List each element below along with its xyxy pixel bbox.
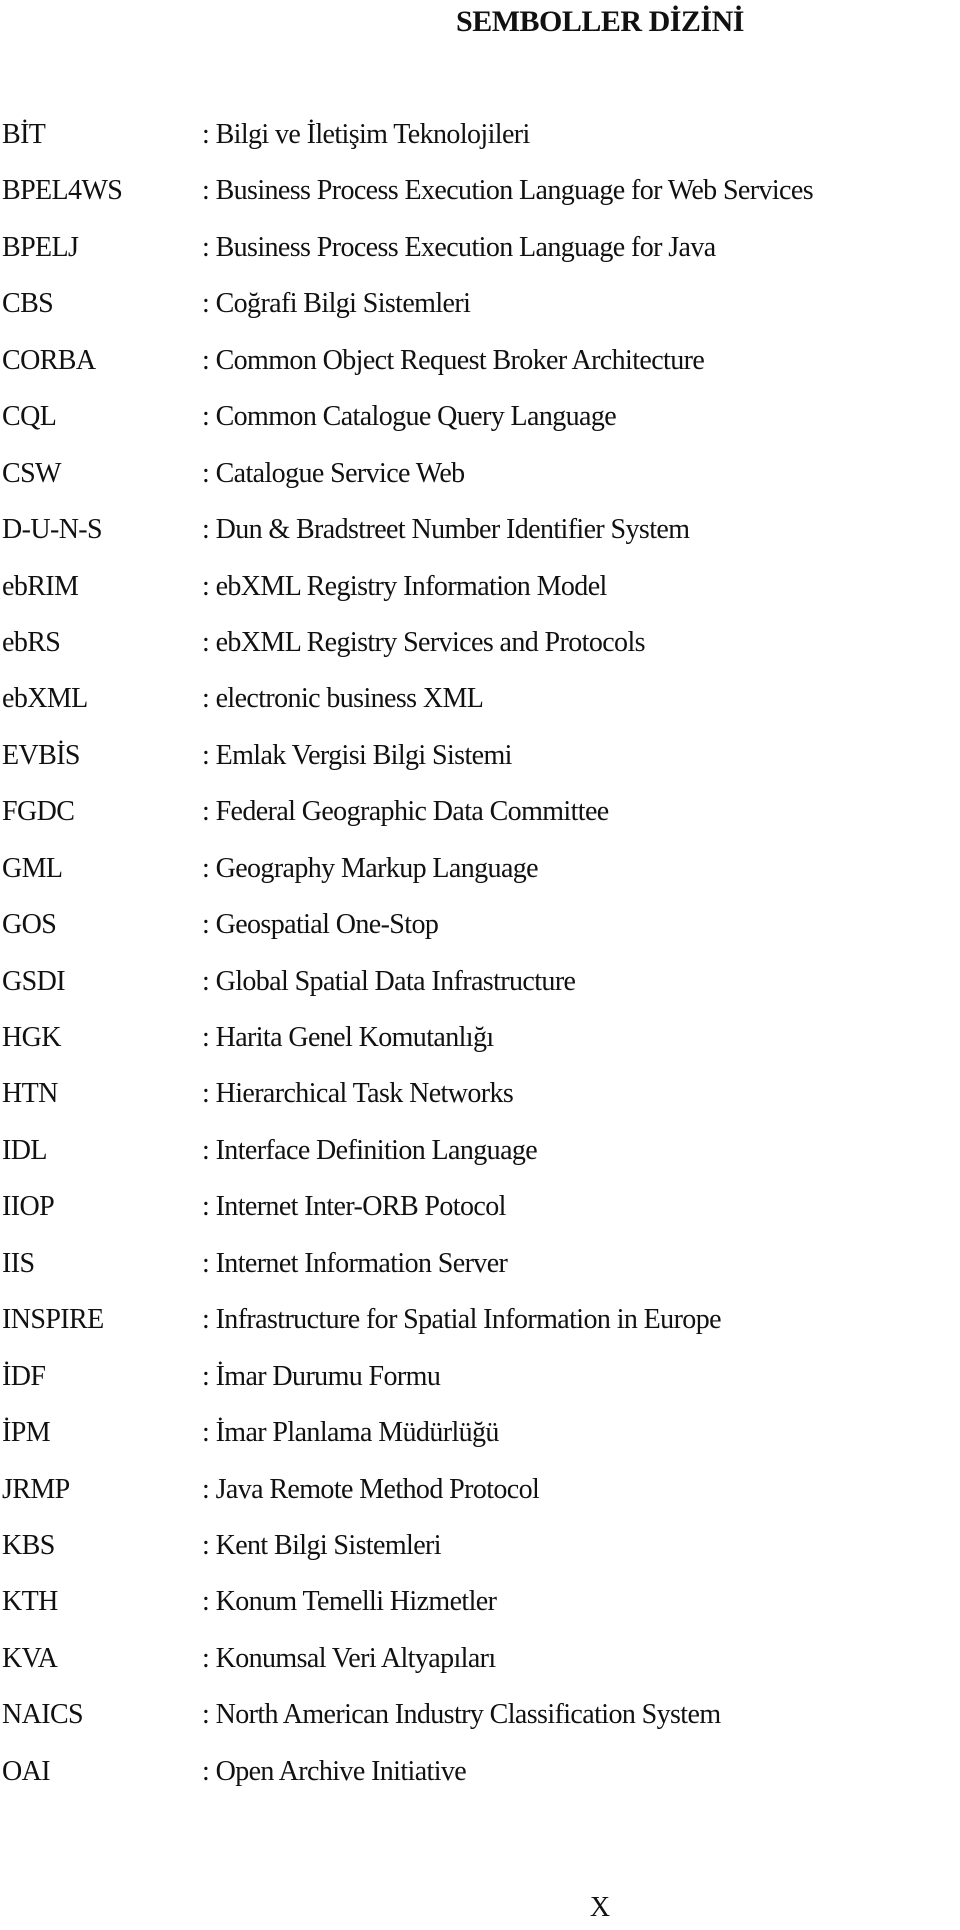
symbol-index-list: BİT : Bilgi ve İletişim Teknolojileri BPEL… xyxy=(2,110,958,1803)
list-item: BPEL4WS : Business Process Execution Lang… xyxy=(2,166,958,222)
abbreviation-definition: : ebXML Registry Information Model xyxy=(202,570,607,602)
list-item: EVBİS : Emlak Vergisi Bilgi Sistemi xyxy=(2,731,958,787)
abbreviation-term: CBS xyxy=(2,288,54,320)
abbreviation-term: INSPIRE xyxy=(2,1304,104,1336)
abbreviation-definition: : Catalogue Service Web xyxy=(202,457,465,489)
abbreviation-term: BİT xyxy=(2,119,46,150)
list-item: IDL : Interface Definition Language xyxy=(2,1126,958,1182)
abbreviation-term: BPEL4WS xyxy=(2,175,123,207)
abbreviation-term: ebRIM xyxy=(2,570,79,602)
abbreviation-term: NAICS xyxy=(2,1699,84,1731)
abbreviation-definition: : Internet Information Server xyxy=(202,1247,508,1279)
list-item: INSPIRE : Infrastructure for Spatial Info… xyxy=(2,1295,958,1351)
list-item: NAICS : North American Industry Classific… xyxy=(2,1690,958,1746)
page-title: SEMBOLLER DİZİNİ xyxy=(456,5,744,38)
abbreviation-term: KBS xyxy=(2,1529,55,1561)
abbreviation-term: HTN xyxy=(2,1078,58,1110)
list-item: FGDC : Federal Geographic Data Committee xyxy=(2,787,958,843)
abbreviation-term: GML xyxy=(2,852,63,884)
abbreviation-definition: : Hierarchical Task Networks xyxy=(202,1078,514,1110)
abbreviation-definition: : Coğrafi Bilgi Sistemleri xyxy=(202,288,471,320)
abbreviation-definition: : İmar Planlama Müdürlüğü xyxy=(202,1417,499,1449)
list-item: HGK : Harita Genel Komutanlığı xyxy=(2,1013,958,1069)
list-item: İPM : İmar Planlama Müdürlüğü xyxy=(2,1408,958,1464)
list-item: JRMP : Java Remote Method Protocol xyxy=(2,1465,958,1521)
abbreviation-definition: : Business Process Execution Language fo… xyxy=(202,175,814,207)
abbreviation-term: CQL xyxy=(2,401,57,433)
abbreviation-term: KTH xyxy=(2,1586,58,1618)
abbreviation-definition: : Java Remote Method Protocol xyxy=(202,1473,540,1505)
abbreviation-term: İDF xyxy=(2,1360,46,1392)
list-item: OAI : Open Archive Initiative xyxy=(2,1747,958,1803)
abbreviation-term: D-U-N-S xyxy=(2,514,103,546)
list-item: ebXML : electronic business XML xyxy=(2,674,958,730)
list-item: CBS : Coğrafi Bilgi Sistemleri xyxy=(2,279,958,335)
list-item: CSW : Catalogue Service Web xyxy=(2,449,958,505)
abbreviation-definition: : Internet Inter-ORB Potocol xyxy=(202,1191,506,1223)
abbreviation-definition: : Infrastructure for Spatial Information… xyxy=(202,1304,722,1336)
list-item: CORBA : Common Object Request Broker Arch… xyxy=(2,336,958,392)
list-item: D-U-N-S : Dun & Bradstreet Number Identif… xyxy=(2,505,958,561)
abbreviation-term: İPM xyxy=(2,1417,51,1449)
abbreviation-definition: : Business Process Execution Language fo… xyxy=(202,231,716,263)
list-item: HTN : Hierarchical Task Networks xyxy=(2,1069,958,1125)
list-item: ebRS : ebXML Registry Services and Protoc… xyxy=(2,618,958,674)
list-item: BİT : Bilgi ve İletişim Teknolojileri xyxy=(2,110,958,166)
list-item: GML : Geography Markup Language xyxy=(2,844,958,900)
list-item: IIS : Internet Information Server xyxy=(2,1239,958,1295)
list-item: İDF : İmar Durumu Formu xyxy=(2,1352,958,1408)
list-item: KBS : Kent Bilgi Sistemleri xyxy=(2,1521,958,1577)
abbreviation-definition: : Konumsal Veri Altyapıları xyxy=(202,1642,496,1674)
abbreviation-definition: : Open Archive Initiative xyxy=(202,1755,467,1787)
abbreviation-definition: : Harita Genel Komutanlığı xyxy=(202,1022,494,1053)
page-number: X xyxy=(589,1892,611,1923)
list-item: KTH : Konum Temelli Hizmetler xyxy=(2,1577,958,1633)
abbreviation-definition: : İmar Durumu Formu xyxy=(202,1360,441,1392)
list-item: CQL : Common Catalogue Query Language xyxy=(2,392,958,448)
abbreviation-definition: : Common Catalogue Query Language xyxy=(202,401,617,433)
abbreviation-term: BPELJ xyxy=(2,231,79,263)
abbreviation-definition: : electronic business XML xyxy=(202,683,484,715)
abbreviation-term: IIOP xyxy=(2,1191,55,1223)
list-item: GOS : Geospatial One-Stop xyxy=(2,900,958,956)
abbreviation-definition: : North American Industry Classification… xyxy=(202,1699,721,1731)
list-item: IIOP : Internet Inter-ORB Potocol xyxy=(2,1182,958,1238)
abbreviation-term: EVBİS xyxy=(2,739,81,771)
abbreviation-term: IDL xyxy=(2,1134,47,1166)
abbreviation-definition: : Konum Temelli Hizmetler xyxy=(202,1586,497,1618)
abbreviation-term: KVA xyxy=(2,1642,58,1674)
abbreviation-definition: : Geospatial One-Stop xyxy=(202,909,439,941)
abbreviation-term: IIS xyxy=(2,1247,35,1279)
list-item: ebRIM : ebXML Registry Information Model xyxy=(2,562,958,618)
list-item: GSDI : Global Spatial Data Infrastructure xyxy=(2,957,958,1013)
abbreviation-term: GSDI xyxy=(2,965,66,997)
abbreviation-definition: : Common Object Request Broker Architect… xyxy=(202,344,705,376)
abbreviation-term: JRMP xyxy=(2,1473,70,1505)
abbreviation-definition: : Federal Geographic Data Committee xyxy=(202,796,609,828)
abbreviation-term: GOS xyxy=(2,909,57,941)
abbreviation-definition: : Interface Definition Language xyxy=(202,1134,538,1166)
list-item: BPELJ : Business Process Execution Langua… xyxy=(2,223,958,279)
abbreviation-definition: : Dun & Bradstreet Number Identifier Sys… xyxy=(202,514,690,546)
abbreviation-term: HGK xyxy=(2,1022,61,1053)
list-item: KVA : Konumsal Veri Altyapıları xyxy=(2,1634,958,1690)
abbreviation-definition: : ebXML Registry Services and Protocols xyxy=(202,626,646,658)
abbreviation-term: OAI xyxy=(2,1755,51,1787)
abbreviation-definition: : Geography Markup Language xyxy=(202,852,539,884)
abbreviation-definition: : Emlak Vergisi Bilgi Sistemi xyxy=(202,739,512,771)
abbreviation-definition: : Global Spatial Data Infrastructure xyxy=(202,965,576,997)
abbreviation-definition: : Kent Bilgi Sistemleri xyxy=(202,1529,442,1561)
abbreviation-term: CSW xyxy=(2,457,61,489)
abbreviation-term: ebXML xyxy=(2,683,88,715)
abbreviation-term: ebRS xyxy=(2,626,61,658)
abbreviation-definition: : Bilgi ve İletişim Teknolojileri xyxy=(202,119,530,150)
abbreviation-term: FGDC xyxy=(2,796,75,828)
abbreviation-term: CORBA xyxy=(2,344,96,376)
